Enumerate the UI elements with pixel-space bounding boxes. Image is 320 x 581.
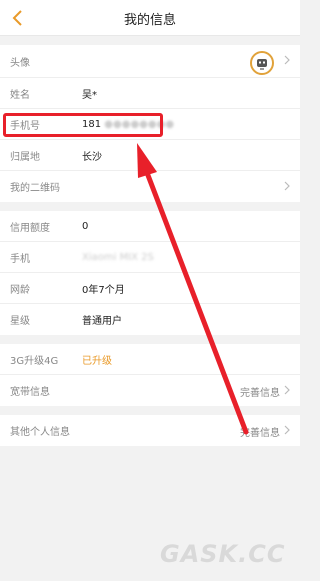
- annotation-arrow: [137, 143, 249, 435]
- watermark-logo: GASK.CC: [160, 540, 286, 568]
